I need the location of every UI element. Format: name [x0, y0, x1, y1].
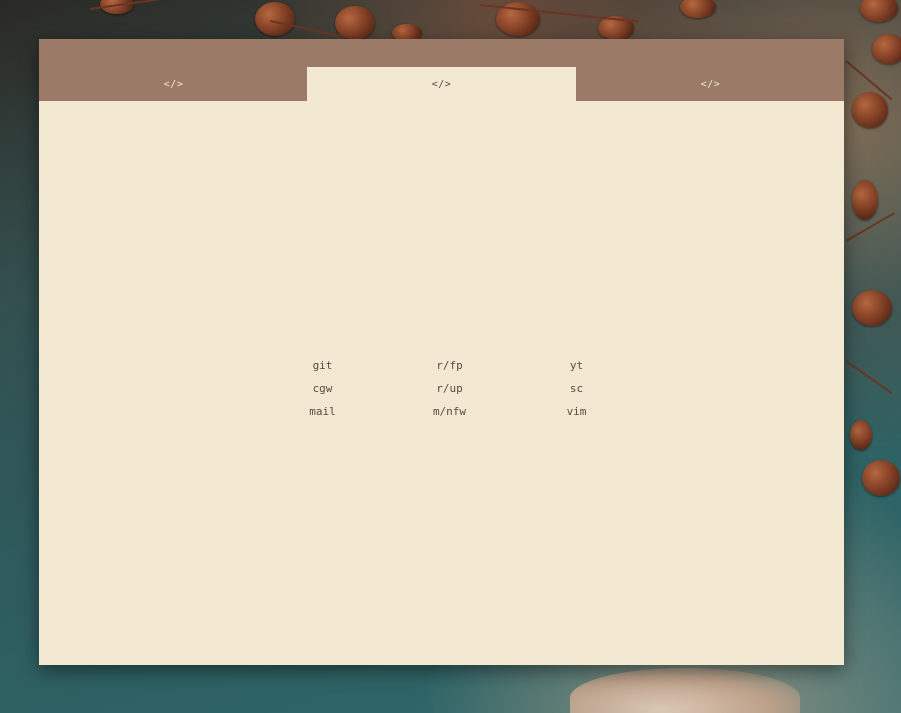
bud-decoration: [862, 460, 900, 496]
link-yt[interactable]: yt: [513, 357, 640, 375]
link-vim[interactable]: vim: [513, 403, 640, 421]
tab-code-2[interactable]: </>: [307, 67, 576, 101]
bud-decoration: [255, 2, 295, 36]
tab-bar: </> </> </>: [39, 39, 844, 101]
leaf-decoration: [570, 668, 800, 713]
tab-code-1[interactable]: </>: [39, 67, 308, 101]
bud-decoration: [872, 34, 901, 64]
link-r-up[interactable]: r/up: [386, 380, 513, 398]
bud-decoration: [852, 290, 892, 326]
link-git[interactable]: git: [259, 357, 386, 375]
link-sc[interactable]: sc: [513, 380, 640, 398]
bookmark-grid: git r/fp yt cgw r/up sc mail m/nfw vim: [259, 357, 639, 421]
bud-decoration: [852, 180, 878, 220]
bud-decoration: [852, 92, 888, 128]
tab-code-3[interactable]: </>: [576, 67, 845, 101]
startpage-window: </> </> </> git r/fp yt cgw r/up sc mail…: [39, 39, 844, 665]
link-mail[interactable]: mail: [259, 403, 386, 421]
bud-decoration: [680, 0, 716, 18]
bud-decoration: [850, 420, 872, 450]
twig-decoration: [845, 360, 893, 394]
link-cgw[interactable]: cgw: [259, 380, 386, 398]
link-m-nfw[interactable]: m/nfw: [386, 403, 513, 421]
bud-decoration: [860, 0, 898, 22]
link-r-fp[interactable]: r/fp: [386, 357, 513, 375]
